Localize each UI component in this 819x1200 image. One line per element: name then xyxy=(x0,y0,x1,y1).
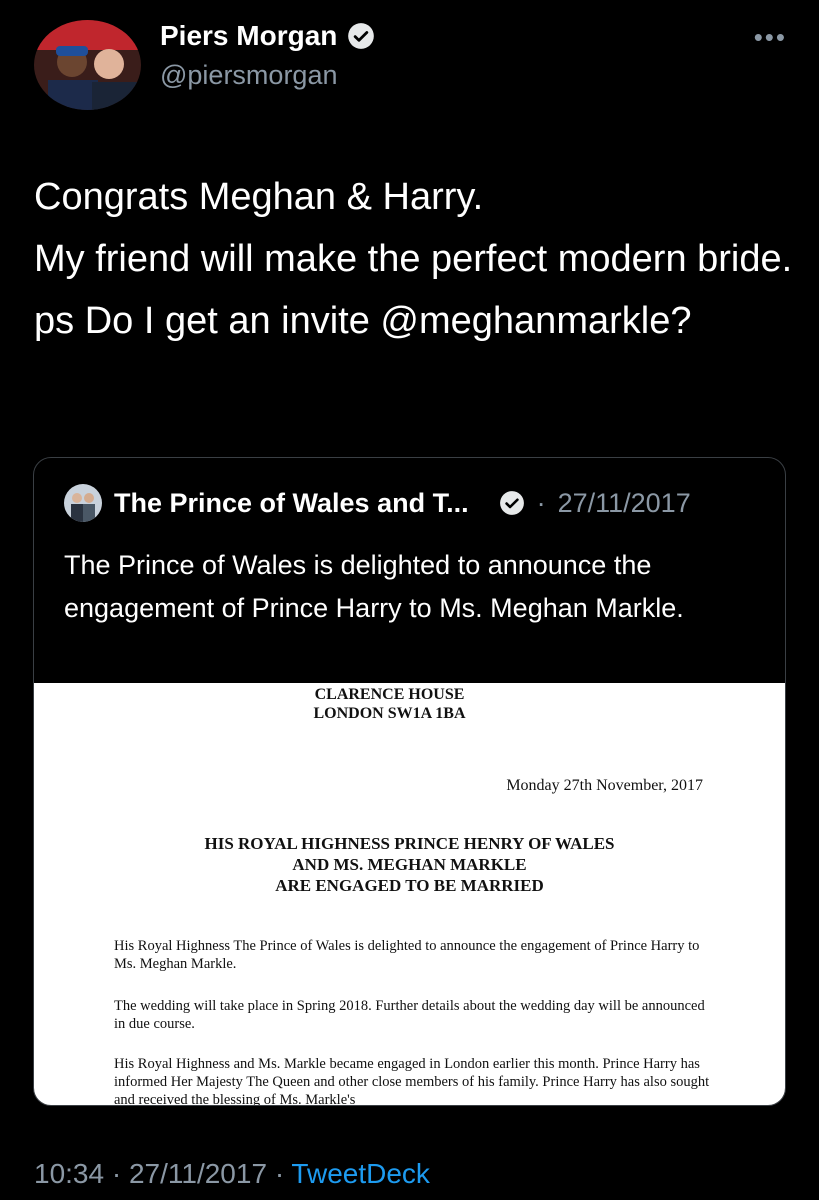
quoted-author-name: The Prince of Wales and T... xyxy=(114,487,469,518)
quoted-date: 27/11/2017 xyxy=(557,487,691,518)
verified-badge-icon xyxy=(348,23,375,49)
tweet-meta: 10:34 · 27/11/2017 · TweetDeck xyxy=(34,1158,430,1190)
doc-address-line2: LONDON SW1A 1BA xyxy=(313,705,466,722)
author-avatar[interactable] xyxy=(34,20,141,110)
separator-dot: · xyxy=(536,487,546,518)
quoted-text: The Prince of Wales is delighted to anno… xyxy=(64,550,684,623)
separator-dot: · xyxy=(111,1158,122,1189)
doc-paragraph: The wedding will take place in Spring 20… xyxy=(114,998,705,1032)
tweet-date: 27/11/2017 xyxy=(128,1158,268,1189)
author-handle[interactable]: @piersmorgan xyxy=(160,60,337,91)
doc-paragraph: His Royal Highness and Ms. Markle became… xyxy=(114,1056,710,1106)
doc-date: Monday 27th November, 2017 xyxy=(506,777,703,794)
separator-dot: · xyxy=(274,1158,285,1189)
doc-paragraph: His Royal Highness The Prince of Wales i… xyxy=(114,938,700,972)
doc-address-line1: CLARENCE HOUSE xyxy=(314,686,465,703)
tweet-time: 10:34 xyxy=(34,1158,105,1189)
doc-heading: HIS ROYAL HIGHNESS PRINCE HENRY OF WALES… xyxy=(204,834,615,895)
verified-badge-icon xyxy=(499,491,524,515)
tweet-text: Congrats Meghan & Harry. My friend will … xyxy=(34,176,793,342)
more-options-icon[interactable]: ••• xyxy=(754,22,787,53)
tweet-source-link[interactable]: TweetDeck xyxy=(291,1158,430,1189)
author-name[interactable]: Piers Morgan xyxy=(160,20,337,52)
quoted-author-avatar xyxy=(64,484,102,522)
attached-image-announcement[interactable]: CLARENCE HOUSE LONDON SW1A 1BA Monday 27… xyxy=(34,683,785,1105)
quoted-tweet[interactable]: The Prince of Wales and T... · 27/11/201… xyxy=(33,457,786,1106)
